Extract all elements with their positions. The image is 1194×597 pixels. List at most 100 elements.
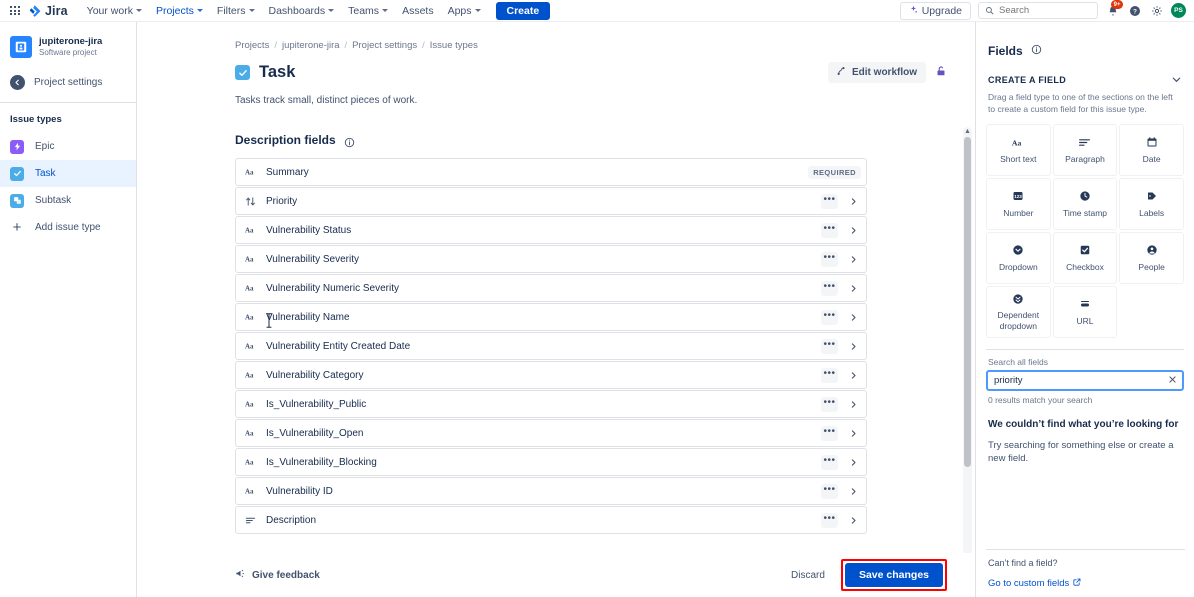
field-type-date[interactable]: Date bbox=[1119, 123, 1184, 176]
chevron-right-icon[interactable] bbox=[845, 193, 861, 209]
more-actions-button[interactable]: ••• bbox=[821, 309, 838, 325]
settings-gear-icon[interactable] bbox=[1149, 3, 1164, 18]
sidebar-item-add-issue-type[interactable]: + Add issue type bbox=[0, 214, 136, 241]
more-actions-button[interactable]: ••• bbox=[821, 425, 838, 441]
table-row[interactable]: Aa Summary REQUIRED bbox=[235, 158, 867, 186]
project-settings-label: Project settings bbox=[34, 77, 103, 89]
clear-search-icon[interactable] bbox=[1165, 373, 1179, 387]
nav-label: Teams bbox=[348, 4, 380, 17]
nav-item-projects[interactable]: Projects bbox=[149, 2, 210, 20]
nav-item-dashboards[interactable]: Dashboards bbox=[262, 2, 342, 20]
sidebar-item-epic[interactable]: Epic bbox=[0, 133, 136, 160]
nav-item-your-work[interactable]: Your work bbox=[80, 2, 149, 20]
chevron-down-icon[interactable] bbox=[1171, 74, 1182, 85]
nav-item-apps[interactable]: Apps bbox=[441, 2, 488, 20]
breadcrumb-item-project-settings[interactable]: Project settings bbox=[352, 40, 417, 51]
more-actions-button[interactable]: ••• bbox=[821, 338, 838, 354]
field-type-labels[interactable]: Labels bbox=[1119, 177, 1184, 230]
more-actions-button[interactable]: ••• bbox=[821, 483, 838, 499]
cant-find-field-text: Can’t find a field? bbox=[988, 558, 1058, 568]
table-row[interactable]: Aa Vulnerability ID ••• bbox=[235, 477, 867, 505]
table-row[interactable]: Aa Vulnerability Numeric Severity ••• bbox=[235, 274, 867, 302]
scroll-up-arrow-icon[interactable]: ▲ bbox=[964, 128, 971, 135]
upgrade-button[interactable]: Upgrade bbox=[899, 1, 971, 20]
chevron-right-icon[interactable] bbox=[845, 280, 861, 296]
scrollbar-thumb[interactable] bbox=[964, 137, 971, 467]
more-actions-button[interactable]: ••• bbox=[821, 222, 838, 238]
nav-item-teams[interactable]: Teams bbox=[341, 2, 395, 20]
chevron-right-icon[interactable] bbox=[845, 309, 861, 325]
upgrade-label: Upgrade bbox=[921, 4, 962, 17]
chevron-right-icon[interactable] bbox=[845, 425, 861, 441]
more-actions-button[interactable]: ••• bbox=[821, 367, 838, 383]
global-search-box[interactable] bbox=[978, 2, 1098, 19]
panel-footer-divider bbox=[986, 549, 1185, 550]
breadcrumb-item-project[interactable]: jupiterone-jira bbox=[282, 40, 340, 51]
chevron-right-icon[interactable] bbox=[845, 512, 861, 528]
chevron-right-icon[interactable] bbox=[845, 454, 861, 470]
info-icon[interactable] bbox=[344, 135, 355, 147]
table-row[interactable]: Aa Vulnerability Severity ••• bbox=[235, 245, 867, 273]
chevron-right-icon[interactable] bbox=[845, 483, 861, 499]
discard-button[interactable]: Discard bbox=[785, 566, 831, 585]
save-changes-button[interactable]: Save changes bbox=[844, 563, 943, 587]
search-all-fields-input[interactable] bbox=[986, 369, 1184, 391]
give-feedback-label: Give feedback bbox=[252, 569, 320, 581]
app-switcher-icon[interactable] bbox=[6, 2, 24, 20]
jira-mark-icon bbox=[28, 4, 42, 18]
table-row[interactable]: Priority ••• bbox=[235, 187, 867, 215]
field-type-checkbox[interactable]: Checkbox bbox=[1052, 231, 1118, 284]
chevron-right-icon[interactable] bbox=[845, 396, 861, 412]
lock-icon[interactable] bbox=[935, 64, 947, 82]
field-type-number[interactable]: 123 Number bbox=[986, 177, 1051, 230]
more-actions-button[interactable]: ••• bbox=[821, 512, 838, 528]
edit-workflow-button[interactable]: Edit workflow bbox=[828, 62, 926, 83]
more-actions-button[interactable]: ••• bbox=[821, 396, 838, 412]
paragraph-icon bbox=[245, 515, 261, 526]
sidebar-item-task[interactable]: Task bbox=[0, 160, 136, 188]
chevron-right-icon[interactable] bbox=[845, 251, 861, 267]
field-type-people[interactable]: People bbox=[1119, 231, 1184, 284]
notifications-icon[interactable]: 9+ bbox=[1105, 0, 1123, 18]
create-button[interactable]: Create bbox=[495, 1, 551, 20]
table-row[interactable]: Aa Is_Vulnerability_Blocking ••• bbox=[235, 448, 867, 476]
breadcrumb-item-issue-types[interactable]: Issue types bbox=[430, 40, 478, 51]
nav-item-assets[interactable]: Assets bbox=[395, 2, 441, 20]
more-actions-button[interactable]: ••• bbox=[821, 251, 838, 267]
main-scrollbar[interactable]: ▲ ▼ bbox=[963, 127, 972, 562]
help-icon[interactable]: ? bbox=[1127, 3, 1142, 18]
field-type-url[interactable]: URL bbox=[1052, 285, 1118, 338]
nav-item-filters[interactable]: Filters bbox=[210, 2, 262, 20]
jira-logo[interactable]: Jira bbox=[28, 4, 68, 18]
more-actions-button[interactable]: ••• bbox=[821, 454, 838, 470]
page-subtitle: Tasks track small, distinct pieces of wo… bbox=[235, 95, 418, 106]
breadcrumb-item-projects[interactable]: Projects bbox=[235, 40, 269, 51]
chevron-right-icon[interactable] bbox=[845, 338, 861, 354]
field-type-paragraph[interactable]: Paragraph bbox=[1052, 123, 1118, 176]
table-row[interactable]: Aa Vulnerability Entity Created Date ••• bbox=[235, 332, 867, 360]
more-actions-button[interactable]: ••• bbox=[821, 280, 838, 296]
more-actions-button[interactable]: ••• bbox=[821, 193, 838, 209]
table-row[interactable]: Aa Vulnerability Name ••• bbox=[235, 303, 867, 331]
give-feedback-button[interactable]: Give feedback bbox=[235, 568, 320, 582]
table-row[interactable]: Description ••• bbox=[235, 506, 867, 534]
project-header[interactable]: jupiterone-jira Software project bbox=[0, 22, 136, 68]
sidebar-item-project-settings[interactable]: Project settings bbox=[0, 68, 136, 97]
search-results-count: 0 results match your search bbox=[988, 394, 1093, 405]
field-type-time-stamp[interactable]: Time stamp bbox=[1052, 177, 1118, 230]
search-input[interactable] bbox=[999, 5, 1091, 16]
field-type-dependent-dropdown[interactable]: Dependent dropdown bbox=[986, 285, 1051, 338]
table-row[interactable]: Aa Is_Vulnerability_Open ••• bbox=[235, 419, 867, 447]
field-name: Vulnerability Entity Created Date bbox=[266, 340, 411, 352]
sidebar-item-subtask[interactable]: Subtask bbox=[0, 187, 136, 214]
table-row[interactable]: Aa Vulnerability Status ••• bbox=[235, 216, 867, 244]
user-avatar[interactable]: PS bbox=[1171, 3, 1186, 18]
field-type-short-text[interactable]: Aa Short text bbox=[986, 123, 1051, 176]
chevron-right-icon[interactable] bbox=[845, 222, 861, 238]
table-row[interactable]: Aa Is_Vulnerability_Public ••• bbox=[235, 390, 867, 418]
info-icon[interactable] bbox=[1031, 42, 1042, 60]
field-type-dropdown[interactable]: Dropdown bbox=[986, 231, 1051, 284]
table-row[interactable]: Aa Vulnerability Category ••• bbox=[235, 361, 867, 389]
chevron-right-icon[interactable] bbox=[845, 367, 861, 383]
go-to-custom-fields-link[interactable]: Go to custom fields bbox=[988, 578, 1081, 589]
